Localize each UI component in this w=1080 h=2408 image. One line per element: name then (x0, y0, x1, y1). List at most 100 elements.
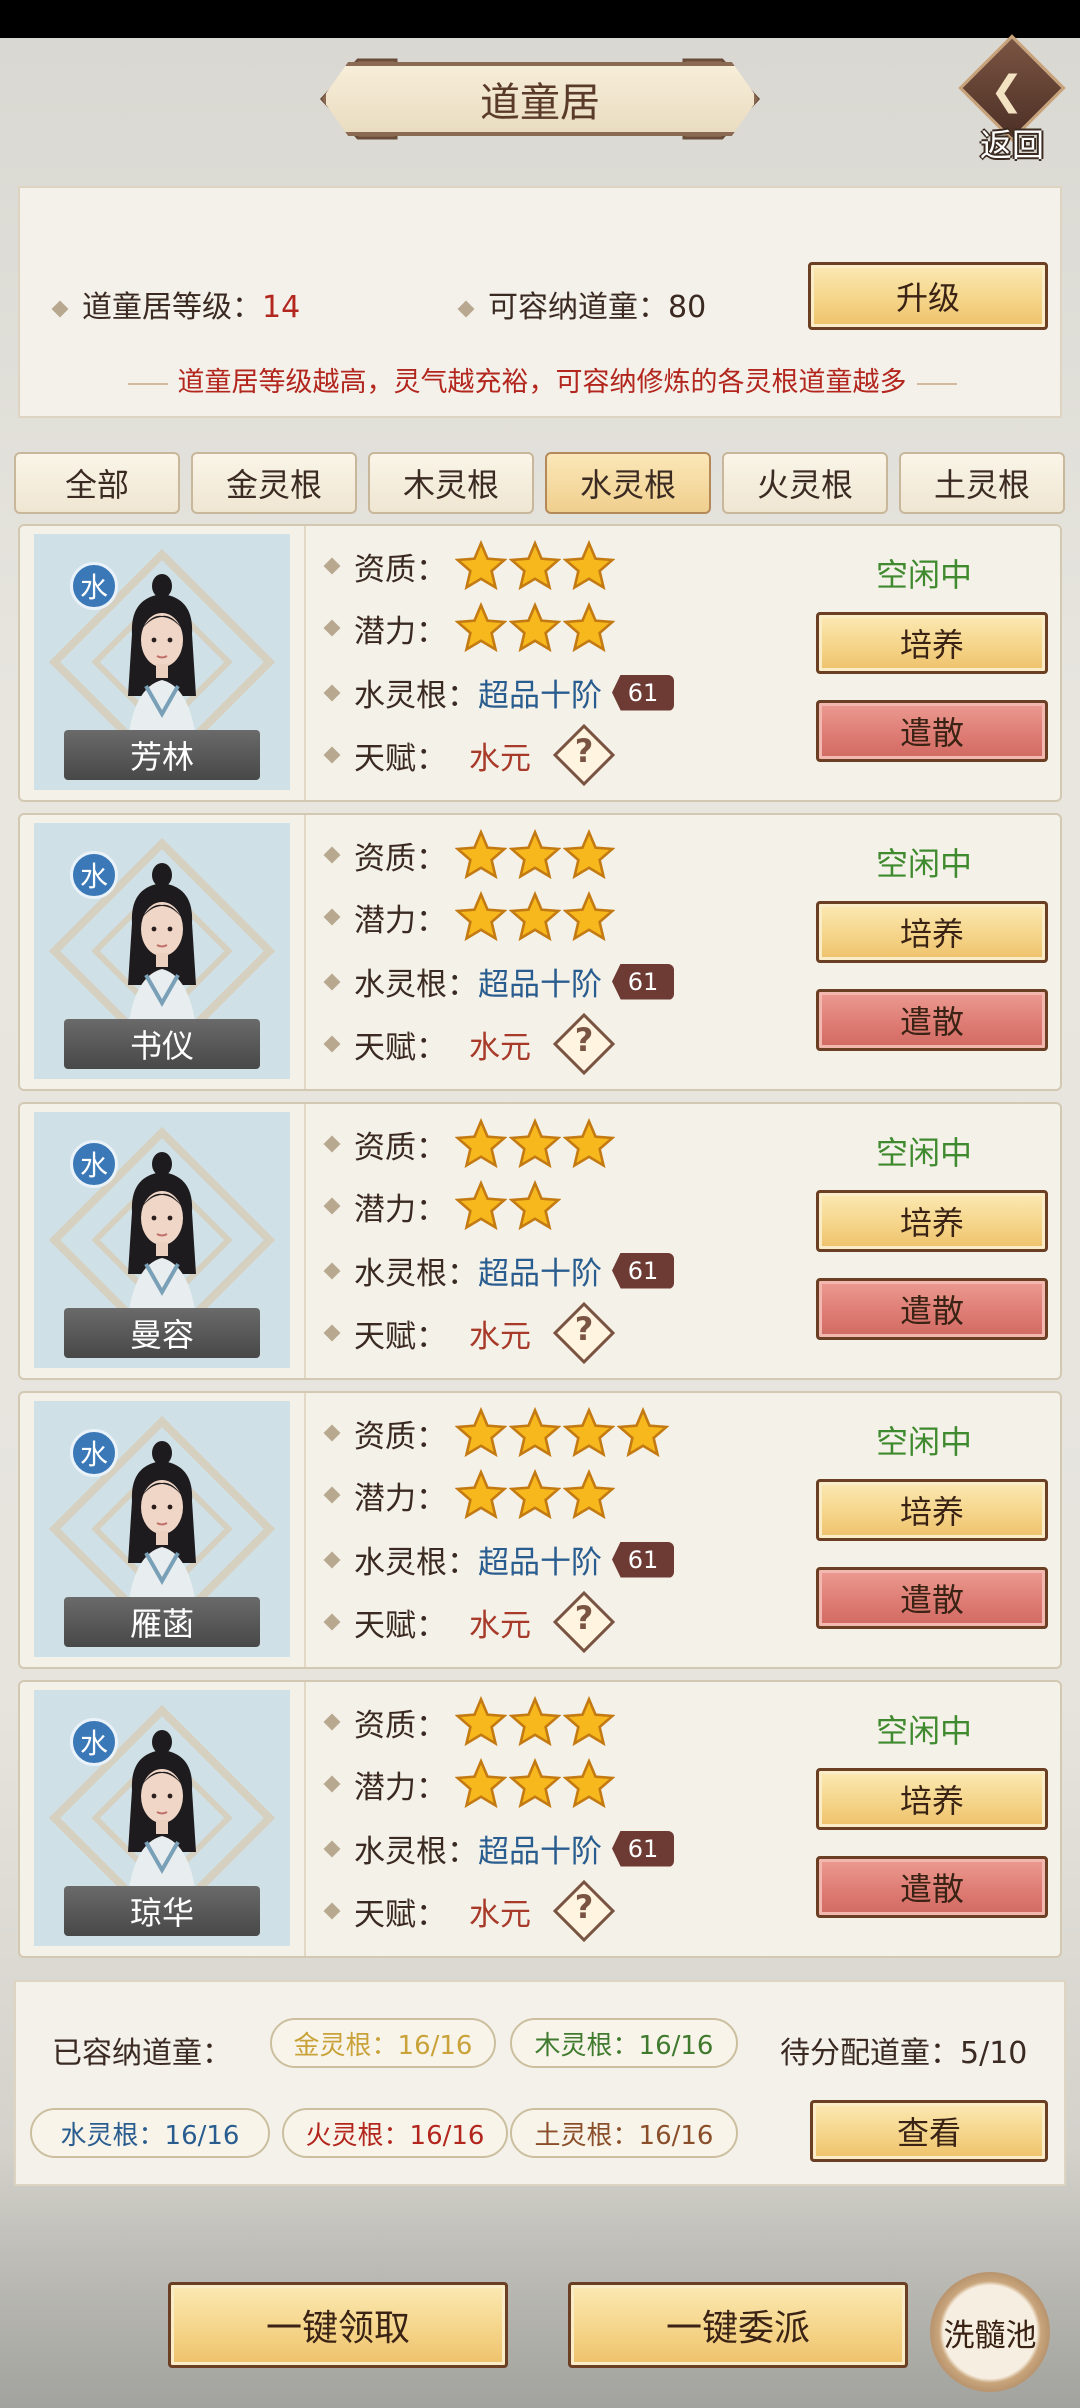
dismiss-button[interactable]: 遣散 (816, 989, 1048, 1051)
star-icon (562, 601, 616, 654)
star-icon (508, 1117, 562, 1170)
talent-info-icon[interactable]: ? (552, 1590, 616, 1654)
assign-all-button[interactable]: 一键委派 (568, 2282, 908, 2368)
talent-info-icon[interactable]: ? (552, 723, 616, 787)
tab-5[interactable]: 土灵根 (899, 452, 1065, 514)
back-button[interactable]: ❮ 返回 (958, 34, 1066, 164)
spirit-root-grade: 超品十阶 (478, 1545, 602, 1581)
disciple-status: 空闲中 (876, 1712, 973, 1750)
star-icon (562, 1757, 616, 1810)
tab-2[interactable]: 木灵根 (368, 452, 534, 514)
train-button[interactable]: 培养 (816, 901, 1048, 963)
claim-all-button[interactable]: 一键领取 (168, 2282, 508, 2368)
talent-value: 水元 (469, 740, 531, 777)
star-icon (508, 1757, 562, 1810)
desc-right-line (916, 382, 957, 385)
card-divider (304, 1104, 306, 1378)
talent-row: 天赋： 水元? (323, 1301, 616, 1365)
train-button[interactable]: 培养 (816, 1479, 1048, 1541)
talent-info-icon[interactable]: ? (552, 1012, 616, 1076)
star-icon (454, 828, 508, 881)
spirit-root-row: 水灵根： 超品十阶 61 (323, 959, 674, 1004)
potential-row: 潜力： (323, 1179, 563, 1232)
train-button[interactable]: 培养 (816, 1190, 1048, 1252)
question-mark-icon: ? (574, 732, 594, 770)
star-icon (508, 1406, 562, 1459)
upgrade-button[interactable]: 升级 (808, 262, 1048, 330)
bullet-icon (323, 1902, 341, 1920)
disciple-name-plate: 芳林 (64, 730, 260, 780)
aptitude-stars (454, 828, 617, 881)
star-icon (454, 1406, 508, 1459)
dismiss-button[interactable]: 遣散 (816, 1278, 1048, 1340)
bullet-icon (323, 1035, 341, 1053)
bullet-icon (323, 846, 341, 864)
tab-3[interactable]: 水灵根 (545, 452, 711, 514)
star-icon (508, 890, 562, 943)
element-badge-text: 水 (79, 571, 108, 604)
talent-value: 水元 (469, 1029, 531, 1066)
pill-gold-root-text: 金灵根：16/16 (293, 2030, 473, 2061)
pill-water-root: 水灵根：16/16 (30, 2108, 270, 2158)
train-button[interactable]: 培养 (816, 612, 1048, 674)
dismiss-button[interactable]: 遣散 (816, 1856, 1048, 1918)
root-level-value: 61 (627, 678, 659, 707)
disciple-name-plate: 琼华 (64, 1886, 260, 1936)
star-icon (562, 539, 616, 592)
spirit-root-label: 水灵根： (354, 1545, 478, 1581)
aptitude-label: 资质： (354, 1418, 447, 1455)
marrow-pool-button[interactable]: 洗髓池 (930, 2272, 1050, 2392)
talent-label: 天赋： (354, 1318, 447, 1355)
element-badge: 水 (70, 851, 118, 899)
card-divider (304, 815, 306, 1089)
bullet-icon (457, 300, 475, 317)
disciple-card: 水书仪 资质： 潜力： 水灵根： 超品十阶 61 天赋： 水元? 空闲中 培养 遣散 (18, 813, 1062, 1091)
disciple-name: 琼华 (129, 1894, 194, 1932)
disciple-card: 水芳林 资质： 潜力： 水灵根： 超品十阶 61 天赋： 水元? 空闲中 培养 遣散 (18, 524, 1062, 802)
bullet-icon (323, 1135, 341, 1153)
disciple-portrait[interactable]: 水书仪 (34, 823, 290, 1079)
aptitude-label: 资质： (354, 1129, 447, 1166)
star-icon (454, 601, 508, 654)
disciple-portrait[interactable]: 水琼华 (34, 1690, 290, 1946)
talent-info-icon[interactable]: ? (552, 1879, 616, 1943)
star-icon (454, 890, 508, 943)
tab-0[interactable]: 全部 (14, 452, 180, 514)
pill-earth-root: 土灵根：16/16 (510, 2108, 738, 2158)
tab-1[interactable]: 金灵根 (191, 452, 357, 514)
aptitude-row: 资质： (323, 1406, 671, 1459)
disciple-status: 空闲中 (876, 845, 973, 883)
root-level-value: 61 (627, 1256, 659, 1285)
disciple-status: 空闲中 (876, 1423, 973, 1461)
disciple-name: 书仪 (129, 1027, 194, 1065)
back-label: 返回 (979, 126, 1044, 164)
disciple-name: 雁菡 (129, 1605, 194, 1643)
view-button[interactable]: 查看 (810, 2100, 1048, 2162)
star-icon (562, 1117, 616, 1170)
star-icon (508, 828, 562, 881)
disciple-list[interactable]: 水芳林 资质： 潜力： 水灵根： 超品十阶 61 天赋： 水元? 空闲中 培养 遣散水书仪 资质： 潜力… (18, 524, 1062, 1964)
dismiss-button[interactable]: 遣散 (816, 1567, 1048, 1629)
disciple-portrait[interactable]: 水芳林 (34, 534, 290, 790)
bullet-icon (323, 1775, 341, 1793)
pending-count: 待分配道童：5/10 (780, 2036, 1028, 2071)
desc-left-line (127, 382, 168, 385)
bullet-icon (51, 300, 69, 317)
pill-fire-root: 火灵根：16/16 (282, 2108, 508, 2158)
talent-label: 天赋： (354, 1029, 447, 1066)
element-badge: 水 (70, 1140, 118, 1188)
mountain-backdrop (0, 2148, 1080, 2408)
talent-info-icon[interactable]: ? (552, 1301, 616, 1365)
talent-label: 天赋： (354, 740, 447, 777)
tab-4[interactable]: 火灵根 (722, 452, 888, 514)
star-icon (508, 539, 562, 592)
disciple-card: 水琼华 资质： 潜力： 水灵根： 超品十阶 61 天赋： 水元? 空闲中 培养 遣散 (18, 1680, 1062, 1958)
disciple-portrait[interactable]: 水曼容 (34, 1112, 290, 1368)
dismiss-button[interactable]: 遣散 (816, 700, 1048, 762)
disciple-portrait[interactable]: 水雁菡 (34, 1401, 290, 1657)
train-button[interactable]: 培养 (816, 1768, 1048, 1830)
spirit-root-grade: 超品十阶 (478, 678, 602, 714)
pill-wood-root-text: 木灵根：16/16 (534, 2030, 714, 2061)
bullet-icon (323, 1324, 341, 1342)
potential-stars (454, 1468, 617, 1521)
